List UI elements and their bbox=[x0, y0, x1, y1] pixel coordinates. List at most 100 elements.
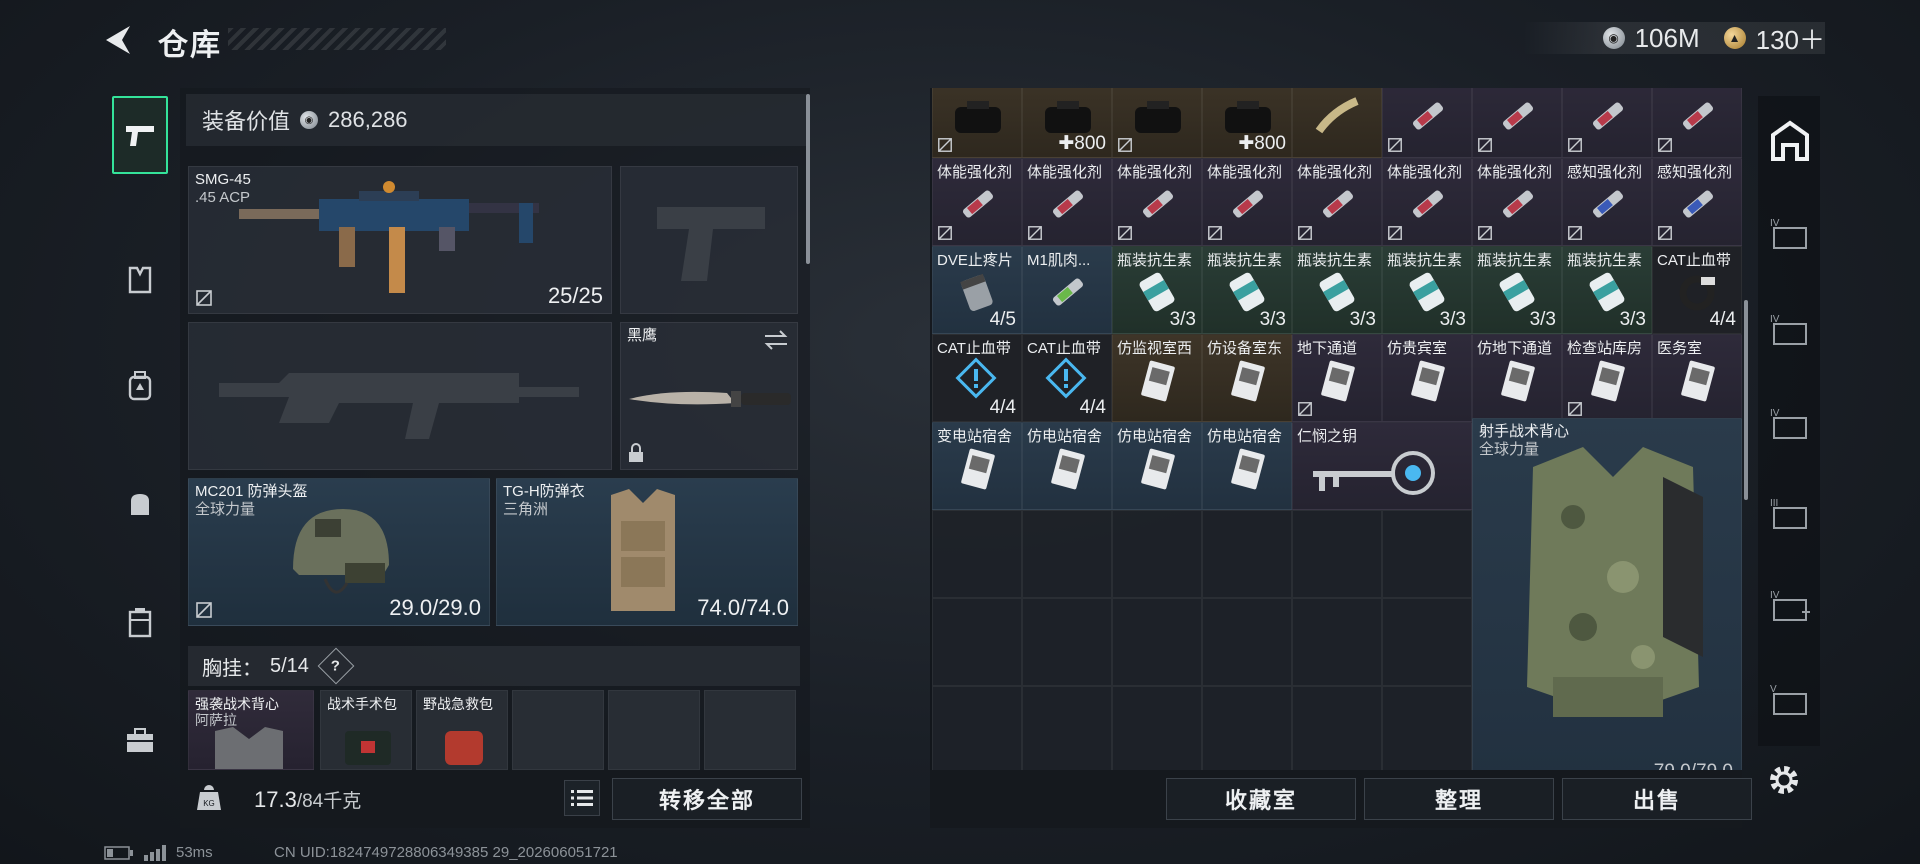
stash-item[interactable]: 变电站宿舍 bbox=[932, 422, 1022, 510]
rail-safehouse-tab[interactable] bbox=[1766, 116, 1814, 164]
stash-item[interactable]: 仿电站宿舍 bbox=[1112, 422, 1202, 510]
stash-empty-cell[interactable] bbox=[1292, 598, 1382, 686]
stash-item[interactable]: 体能强化剂 bbox=[1202, 158, 1292, 246]
stash-item[interactable] bbox=[1562, 88, 1652, 158]
stash-item[interactable]: 体能强化剂 bbox=[932, 158, 1022, 246]
stash-empty-cell[interactable] bbox=[1382, 686, 1472, 770]
stash-item[interactable]: CAT止血带 4/4 bbox=[1652, 246, 1742, 334]
stash-empty-cell[interactable] bbox=[1382, 510, 1472, 598]
stash-big-vest-item[interactable]: 射手战术背心 全球力量 79.0/79.0 bbox=[1472, 418, 1742, 778]
stash-item[interactable]: 瓶装抗生素 3/3 bbox=[1382, 246, 1472, 334]
stash-empty-cell[interactable] bbox=[1292, 510, 1382, 598]
stash-item[interactable]: CAT止血带 4/4 bbox=[1022, 334, 1112, 422]
chest-rig-item[interactable] bbox=[608, 690, 700, 770]
stash-item[interactable]: 瓶装抗生素 3/3 bbox=[1472, 246, 1562, 334]
stash-item[interactable]: 仿电站宿舍 bbox=[1202, 422, 1292, 510]
case-icon bbox=[955, 101, 1001, 133]
stash-empty-cell[interactable] bbox=[1292, 686, 1382, 770]
stash-item[interactable] bbox=[932, 88, 1022, 158]
stash-item[interactable]: ✚800 bbox=[1202, 88, 1292, 158]
stash-item[interactable] bbox=[1382, 88, 1472, 158]
stash-empty-cell[interactable] bbox=[1022, 510, 1112, 598]
stash-empty-cell[interactable] bbox=[1112, 510, 1202, 598]
stash-item[interactable]: 瓶装抗生素 3/3 bbox=[1292, 246, 1382, 334]
melee-slot[interactable]: 黑鹰 bbox=[620, 322, 798, 470]
stash-empty-cell[interactable] bbox=[1112, 598, 1202, 686]
stash-item[interactable]: 检查站库房 bbox=[1562, 334, 1652, 422]
help-button[interactable]: ? bbox=[317, 647, 355, 685]
stash-item[interactable]: 体能强化剂 bbox=[1472, 158, 1562, 246]
rifle-slot[interactable] bbox=[188, 322, 612, 470]
stash-item-count: 4/5 bbox=[989, 309, 1016, 330]
stash-item[interactable]: 医务室 bbox=[1652, 334, 1742, 422]
chest-rig-item[interactable]: 野战急救包 bbox=[416, 690, 508, 770]
stash-empty-cell[interactable] bbox=[932, 510, 1022, 598]
rail-card-tab[interactable]: IV bbox=[1766, 210, 1814, 258]
rail-card-tab[interactable]: IV bbox=[1766, 400, 1814, 448]
stash-empty-cell[interactable] bbox=[1022, 686, 1112, 770]
stash-item[interactable]: 瓶装抗生素 3/3 bbox=[1112, 246, 1202, 334]
rail-card-tab[interactable]: V bbox=[1766, 676, 1814, 724]
stash-item[interactable]: 仿贵宾室 bbox=[1382, 334, 1472, 422]
secondary-weapon-slot[interactable] bbox=[620, 166, 798, 314]
chest-rig-item[interactable] bbox=[704, 690, 796, 770]
swap-icon[interactable] bbox=[763, 329, 789, 351]
list-view-button[interactable] bbox=[564, 780, 600, 816]
rail-card-tab[interactable]: IV bbox=[1766, 582, 1814, 630]
stash-empty-cell[interactable] bbox=[1382, 598, 1472, 686]
stash-item[interactable]: 仿监视室西 bbox=[1112, 334, 1202, 422]
rail-bag-tab[interactable] bbox=[112, 476, 168, 532]
rail-armor-tab[interactable] bbox=[112, 252, 168, 308]
stash-empty-cell[interactable] bbox=[1202, 686, 1292, 770]
stash-item[interactable]: 感知强化剂 bbox=[1562, 158, 1652, 246]
stash-item[interactable]: 仿地下通道 bbox=[1472, 334, 1562, 422]
stash-item[interactable]: 感知强化剂 bbox=[1652, 158, 1742, 246]
stash-empty-cell[interactable] bbox=[1202, 510, 1292, 598]
stash-item[interactable]: M1肌肉... bbox=[1022, 246, 1112, 334]
stash-item[interactable]: 地下通道 bbox=[1292, 334, 1382, 422]
primary-weapon-slot[interactable]: SMG-45 .45 ACP 25/25 bbox=[188, 166, 612, 314]
stash-item[interactable]: 瓶装抗生素 3/3 bbox=[1202, 246, 1292, 334]
stash-item[interactable]: 体能强化剂 bbox=[1022, 158, 1112, 246]
stash-item[interactable] bbox=[1472, 88, 1562, 158]
chest-rig-item[interactable]: 战术手术包 bbox=[320, 690, 412, 770]
stash-item[interactable]: 体能强化剂 bbox=[1292, 158, 1382, 246]
rail-case-tab[interactable] bbox=[112, 594, 168, 650]
stash-empty-cell[interactable] bbox=[932, 598, 1022, 686]
stash-empty-cell[interactable] bbox=[1022, 598, 1112, 686]
sort-button[interactable]: 整理 bbox=[1364, 778, 1554, 820]
stash-item[interactable]: 仿电站宿舍 bbox=[1022, 422, 1112, 510]
helmet-slot[interactable]: MC201 防弹头盔 全球力量 29.0/29.0 bbox=[188, 478, 490, 626]
stash-item[interactable]: 仿设备室东 bbox=[1202, 334, 1292, 422]
stash-empty-cell[interactable] bbox=[932, 686, 1022, 770]
chest-rig-item[interactable] bbox=[512, 690, 604, 770]
settings-gear-icon[interactable] bbox=[1764, 760, 1804, 800]
stash-item[interactable] bbox=[1292, 88, 1382, 158]
sell-button[interactable]: 出售 bbox=[1562, 778, 1752, 820]
rail-card-tab[interactable]: IV bbox=[1766, 306, 1814, 354]
stash-item[interactable] bbox=[1112, 88, 1202, 158]
stash-item[interactable]: 体能强化剂 bbox=[1382, 158, 1472, 246]
currency-gold-value[interactable]: 130＋ bbox=[1756, 20, 1825, 57]
stash-item[interactable]: 瓶装抗生素 3/3 bbox=[1562, 246, 1652, 334]
rail-pistol-tab[interactable] bbox=[112, 96, 168, 174]
stash-scrollbar[interactable] bbox=[1744, 300, 1748, 500]
rail-toolbox-tab[interactable] bbox=[112, 712, 168, 768]
keycard-icon bbox=[1591, 360, 1625, 402]
rail-backpack-tab[interactable] bbox=[112, 358, 168, 414]
collection-room-button[interactable]: 收藏室 bbox=[1166, 778, 1356, 820]
stash-key-item[interactable]: 仁悯之钥 bbox=[1292, 422, 1472, 510]
stash-item[interactable]: DVE止疼片 4/5 bbox=[932, 246, 1022, 334]
rail-card-tab[interactable]: III bbox=[1766, 490, 1814, 538]
transfer-all-button[interactable]: 转移全部 bbox=[612, 778, 802, 820]
stash-empty-cell[interactable] bbox=[1112, 686, 1202, 770]
stash-item[interactable] bbox=[1652, 88, 1742, 158]
back-button[interactable] bbox=[100, 20, 140, 60]
stash-item[interactable]: ✚800 bbox=[1022, 88, 1112, 158]
chest-rig-item[interactable]: 强袭战术背心 阿萨拉 bbox=[188, 690, 314, 770]
stash-empty-cell[interactable] bbox=[1202, 598, 1292, 686]
stash-item[interactable]: 体能强化剂 bbox=[1112, 158, 1202, 246]
equipment-scrollbar[interactable] bbox=[806, 94, 810, 264]
armor-slot[interactable]: TG-H防弹衣 三角洲 74.0/74.0 bbox=[496, 478, 798, 626]
stash-item[interactable]: CAT止血带 4/4 bbox=[932, 334, 1022, 422]
